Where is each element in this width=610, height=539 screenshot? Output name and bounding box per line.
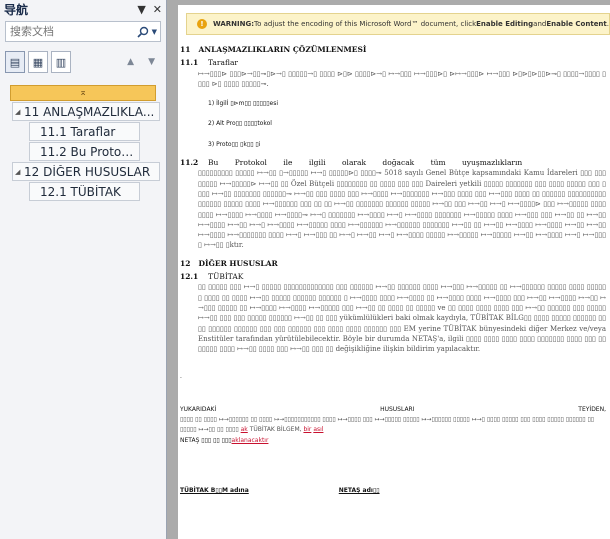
search-input[interactable] bbox=[10, 25, 128, 38]
headings-view-icon[interactable]: ▤ bbox=[5, 51, 25, 73]
signature-block: TÜBİTAK B▯▯M adına NETAŞ adı▯▯ bbox=[180, 486, 606, 496]
heading-tree: ⌅ ◢ 11 ANLAŞMAZLIKLA... 11.1 Taraflar 11… bbox=[0, 85, 166, 201]
document-body[interactable]: 11 ANLAŞMAZLIKLARIN ÇÖZÜMLENMESİ 11.1 Ta… bbox=[180, 45, 606, 496]
document-area[interactable]: ! WARNING: To adjust the encoding of thi… bbox=[167, 0, 610, 539]
collapse-triangle-icon[interactable]: ◢ bbox=[15, 168, 24, 176]
list-item: 3) Proto▯▯ ▯k▯▯ ▯i bbox=[208, 140, 261, 148]
list-item: 1) İlgilİ ▯⊳m▯▯ ▯▯▯▯▯esi bbox=[208, 100, 278, 108]
tree-item-heading-11-2[interactable]: 11.2 Bu Protokol ... bbox=[29, 142, 140, 161]
nav-close-icon[interactable]: ✕ bbox=[153, 3, 162, 16]
paragraph-11-2: ▯▯▯▯▯▯▯▯▯ ▯▯▯▯▯ ↦→▯▯ ▯→▯▯▯▯▯ ↦→▯ ▯▯▯▯▯⊳▯… bbox=[198, 169, 606, 250]
party-list: 1) İlgilİ ▯⊳m▯▯ ▯▯▯▯▯esi 2) Alt Pro▯▯ ▯▯… bbox=[180, 99, 606, 150]
heading-12-1: 12.1 TÜBİTAK bbox=[180, 272, 244, 282]
collapse-icon: ⌅ bbox=[79, 88, 87, 98]
protected-view-warning-bar: ! WARNING: To adjust the encoding of thi… bbox=[186, 13, 610, 35]
nav-title: 导航 bbox=[4, 3, 29, 17]
paragraph-11-1: ↦→▯▯▯⊳ ▯▯▯⊳→▯▯⊸▯⊳→▯ ▯▯▯▯▯→▯ ▯▯▯▯ ⊳▯⊳ ▯▯▯… bbox=[198, 69, 606, 88]
nav-title-bar: 导航 ▼ ✕ bbox=[0, 0, 166, 19]
signature-tubitak: TÜBİTAK B▯▯M adına bbox=[180, 486, 249, 494]
previous-heading-icon[interactable]: ▲ bbox=[127, 57, 134, 67]
confirmation-text: ▯▯▯▯ ▯▯ ▯▯▯▯ ↦→▯▯▯▯▯▯ ▯▯ ▯▯▯▯ ↦→▯▯▯▯▯▯▯▯… bbox=[180, 416, 595, 434]
page-thumbnails-icon[interactable]: ▦ bbox=[28, 51, 48, 73]
nav-tabs: ▤ ▦ ▥ ▲ ▼ bbox=[5, 50, 161, 74]
search-options-icon[interactable]: ▼ bbox=[152, 28, 157, 36]
netas-line: NETAŞ ▯▯▯ ▯▯ ▯▯▯aklanacaktır bbox=[180, 436, 269, 444]
heading-11: 11 ANLAŞMAZLIKLARIN ÇÖZÜMLENMESİ bbox=[180, 45, 367, 54]
heading-11-1: 11.1 Taraflar bbox=[180, 58, 239, 68]
tree-item-heading-11-1[interactable]: 11.1 Taraflar bbox=[29, 122, 140, 141]
heading-11-2: 11.2 Bu Protokol ile ilgili olarak doğac… bbox=[180, 158, 523, 168]
document-page[interactable]: ! WARNING: To adjust the encoding of thi… bbox=[178, 5, 610, 539]
navigation-pane: 导航 ▼ ✕ ▼ ▤ ▦ ▥ ▲ ▼ ⌅ ◢ 11 ANLAŞMAZLIKLA.… bbox=[0, 0, 167, 539]
search-results-icon[interactable]: ▥ bbox=[51, 51, 71, 73]
collapse-triangle-icon[interactable]: ◢ bbox=[15, 108, 24, 116]
tree-item-heading-12-1[interactable]: 12.1 TÜBİTAK bbox=[29, 182, 140, 201]
enable-editing-link[interactable]: Enable Editing bbox=[476, 20, 533, 28]
search-box[interactable]: ▼ bbox=[5, 21, 161, 42]
paragraph-mark: . bbox=[180, 373, 182, 381]
signature-netas: NETAŞ adı▯▯ bbox=[338, 486, 380, 494]
next-heading-icon[interactable]: ▼ bbox=[148, 57, 155, 67]
paragraph-12-1: ▯▯ ▯▯▯▯▯ ▯▯▯ ↦→▯ ▯▯▯▯▯ ▯▯▯▯▯▯▯▯▯▯▯▯▯ ▯▯▯… bbox=[198, 283, 606, 354]
tree-item-heading-12[interactable]: ◢ 12 DİĞER HUSUSLAR bbox=[12, 162, 160, 181]
tree-item-heading-11[interactable]: ◢ 11 ANLAŞMAZLIKLA... bbox=[12, 102, 160, 121]
warning-icon: ! bbox=[197, 19, 207, 29]
confirmation-heading: YUKARIDAKİ HUSUSLARI TEYİDEN, bbox=[180, 405, 606, 413]
magnifier-icon[interactable] bbox=[137, 26, 149, 38]
heading-12: 12 DİĞER HUSUSLAR bbox=[180, 258, 278, 268]
enable-content-link[interactable]: Enable Content bbox=[546, 20, 606, 28]
nav-dropdown-icon[interactable]: ▼ bbox=[137, 3, 145, 16]
collapse-all-bar[interactable]: ⌅ bbox=[10, 85, 156, 101]
list-item: 2) Alt Pro▯▯ ▯▯▯▯tokol bbox=[208, 120, 272, 128]
